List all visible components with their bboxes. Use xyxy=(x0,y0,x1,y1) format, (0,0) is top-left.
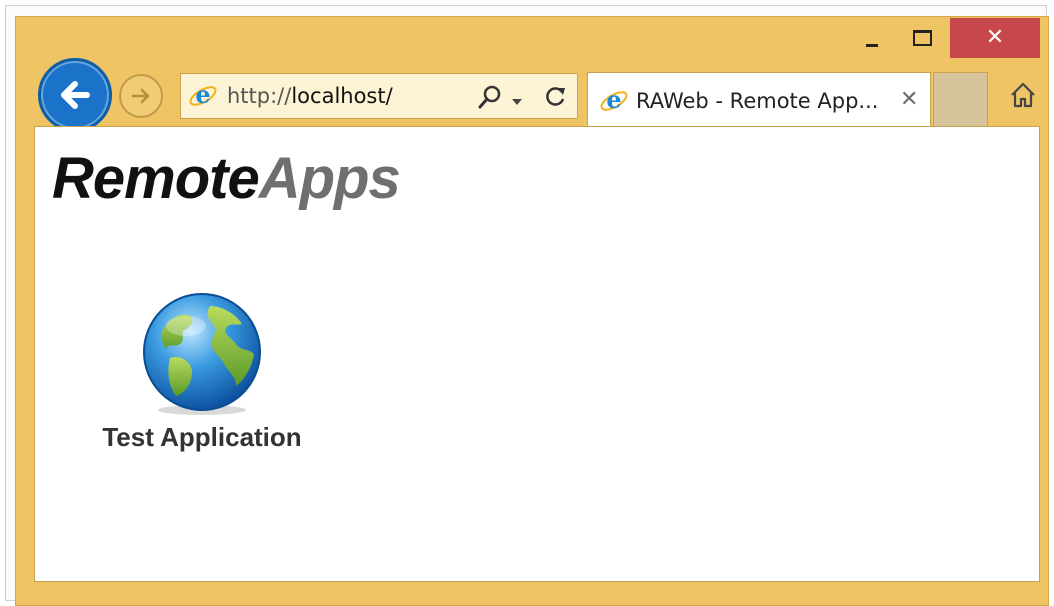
back-arrow-icon xyxy=(61,81,90,109)
app-tile-test-application[interactable]: Test Application xyxy=(84,290,320,460)
forward-arrow-icon xyxy=(131,88,150,104)
maximize-icon xyxy=(912,30,932,46)
page-title: RemoteApps xyxy=(52,143,401,215)
globe-icon xyxy=(143,293,261,415)
page-title-remote: Remote xyxy=(52,146,260,211)
refresh-icon[interactable] xyxy=(541,83,569,111)
svg-text:e: e xyxy=(606,86,621,114)
chevron-down-icon[interactable] xyxy=(511,92,523,105)
page-title-apps: Apps xyxy=(258,146,401,211)
url-text[interactable]: http://localhost/ xyxy=(227,84,393,108)
minimize-button[interactable] xyxy=(848,18,896,58)
close-icon: ✕ xyxy=(985,25,1005,50)
url-host: localhost/ xyxy=(291,84,393,108)
address-bar[interactable]: e http://localhost/ xyxy=(180,73,578,119)
home-icon xyxy=(1011,82,1035,108)
search-icon[interactable] xyxy=(475,83,505,111)
tab-active[interactable]: e RAWeb - Remote App... ✕ xyxy=(587,72,931,128)
tab-close-icon[interactable]: ✕ xyxy=(900,87,918,113)
internet-explorer-icon: e xyxy=(598,85,630,117)
back-button[interactable] xyxy=(38,58,112,132)
minimize-icon xyxy=(866,43,878,47)
new-tab-button[interactable] xyxy=(933,72,988,126)
internet-explorer-icon: e xyxy=(187,80,219,112)
tab-title: RAWeb - Remote App... xyxy=(636,88,879,113)
maximize-button[interactable] xyxy=(898,18,946,58)
url-scheme: http:// xyxy=(227,84,292,108)
close-window-button[interactable]: ✕ xyxy=(950,18,1040,58)
forward-button[interactable] xyxy=(119,74,163,118)
home-button[interactable] xyxy=(1006,78,1040,112)
svg-text:e: e xyxy=(195,81,210,109)
app-label: Test Application xyxy=(102,422,302,452)
